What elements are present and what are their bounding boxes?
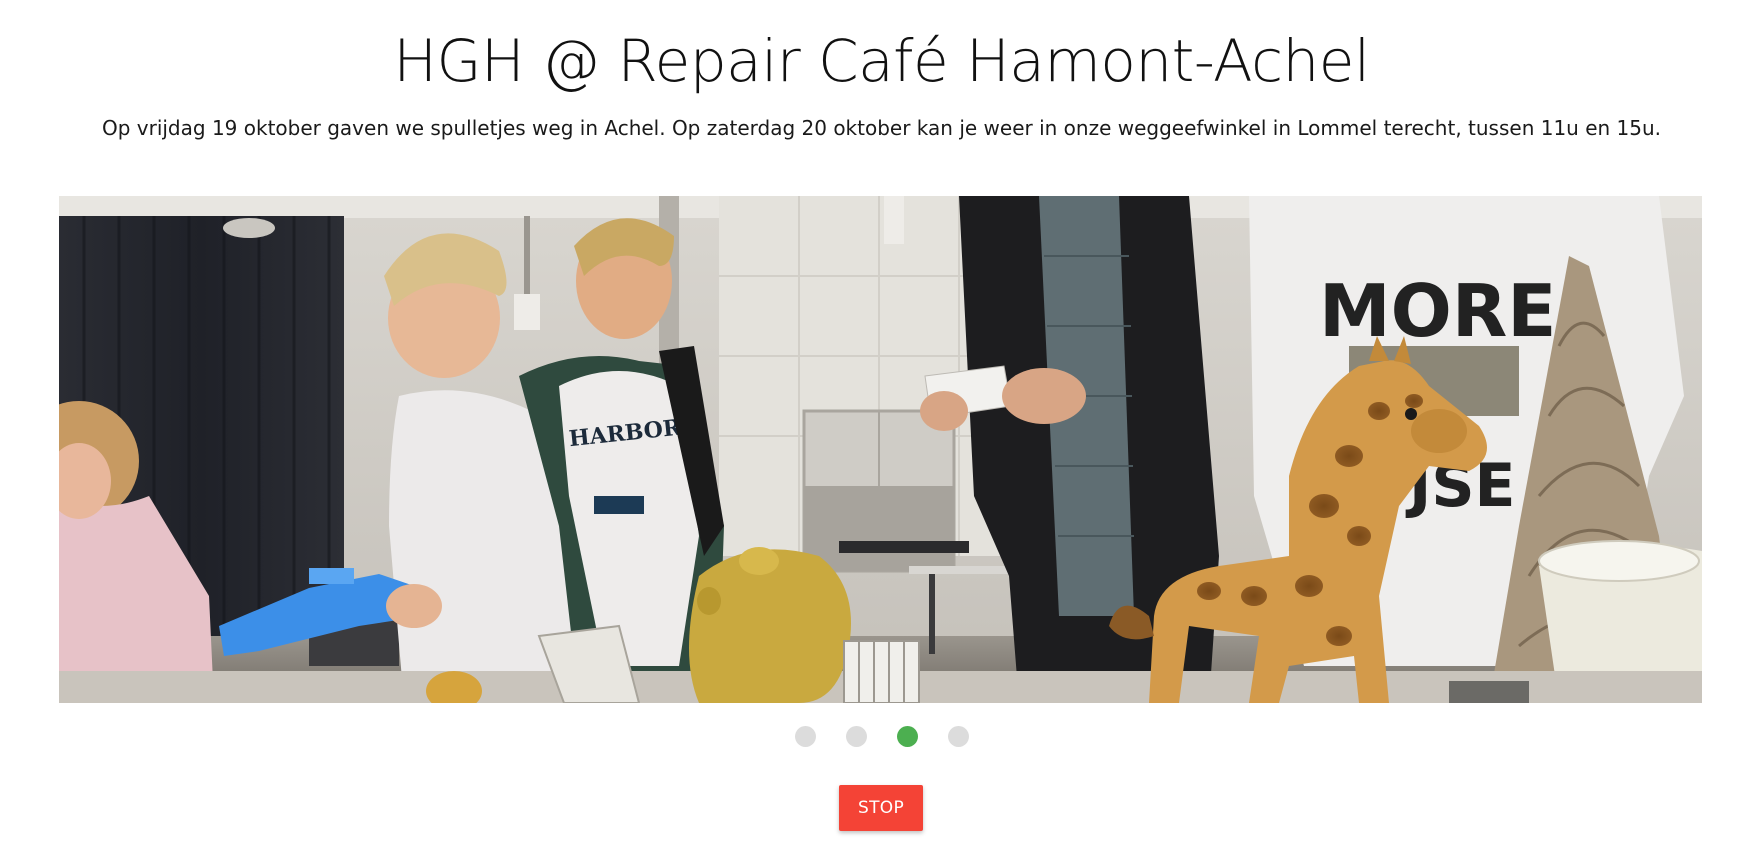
stop-button[interactable]: STOP — [839, 785, 923, 831]
slideshow: HARBOR MORE JSE — [59, 196, 1702, 703]
slide-indicator — [0, 726, 1763, 748]
page-subtitle: Op vrijdag 19 oktober gaven we spulletje… — [101, 116, 1662, 140]
slide-dot-4[interactable] — [947, 726, 969, 747]
slide-dot-2[interactable] — [845, 726, 867, 747]
svg-text:MORE: MORE — [1319, 269, 1556, 353]
slide-photo: HARBOR MORE JSE — [59, 196, 1702, 703]
page-title: HGH @ Repair Café Hamont-Achel — [393, 27, 1370, 95]
slide-dot-1[interactable] — [794, 726, 816, 747]
slide-dot-3-active[interactable] — [896, 726, 918, 747]
